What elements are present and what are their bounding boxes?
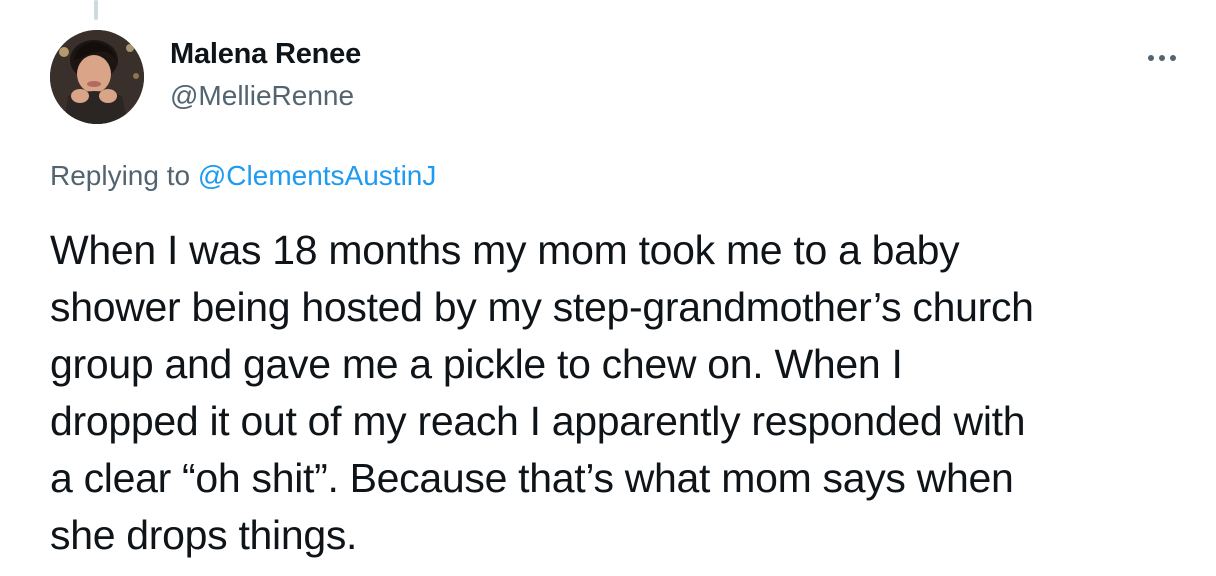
tweet-text-line: she drops things.: [50, 512, 358, 558]
replying-to: Replying to @ClementsAustinJ: [50, 160, 436, 192]
tweet-text-line: dropped it out of my reach I apparently …: [50, 398, 1026, 444]
avatar[interactable]: [50, 30, 144, 124]
tweet-text-line: When I was 18 months my mom took me to a…: [50, 227, 960, 273]
thread-connector-line: [94, 0, 98, 20]
tweet-text-line: group and gave me a pickle to chew on. W…: [50, 341, 903, 387]
avatar-photo: [50, 30, 144, 124]
tweet-text-line: a clear “oh shit”. Because that’s what m…: [50, 455, 1014, 501]
more-horizontal-icon-dot: [1159, 55, 1165, 61]
author-handle[interactable]: @MellieRenne: [170, 80, 354, 112]
more-horizontal-icon-dot: [1170, 55, 1176, 61]
tweet-text-line: shower being hosted by my step-grandmoth…: [50, 284, 1034, 330]
author-name[interactable]: Malena Renee: [170, 38, 361, 71]
more-horizontal-icon: [1148, 55, 1154, 61]
tweet-text: When I was 18 months my mom took me to a…: [50, 222, 1200, 564]
replying-to-mention-link[interactable]: @ClementsAustinJ: [198, 160, 437, 191]
more-options-button[interactable]: [1138, 38, 1186, 78]
replying-to-label: Replying to: [50, 160, 198, 191]
